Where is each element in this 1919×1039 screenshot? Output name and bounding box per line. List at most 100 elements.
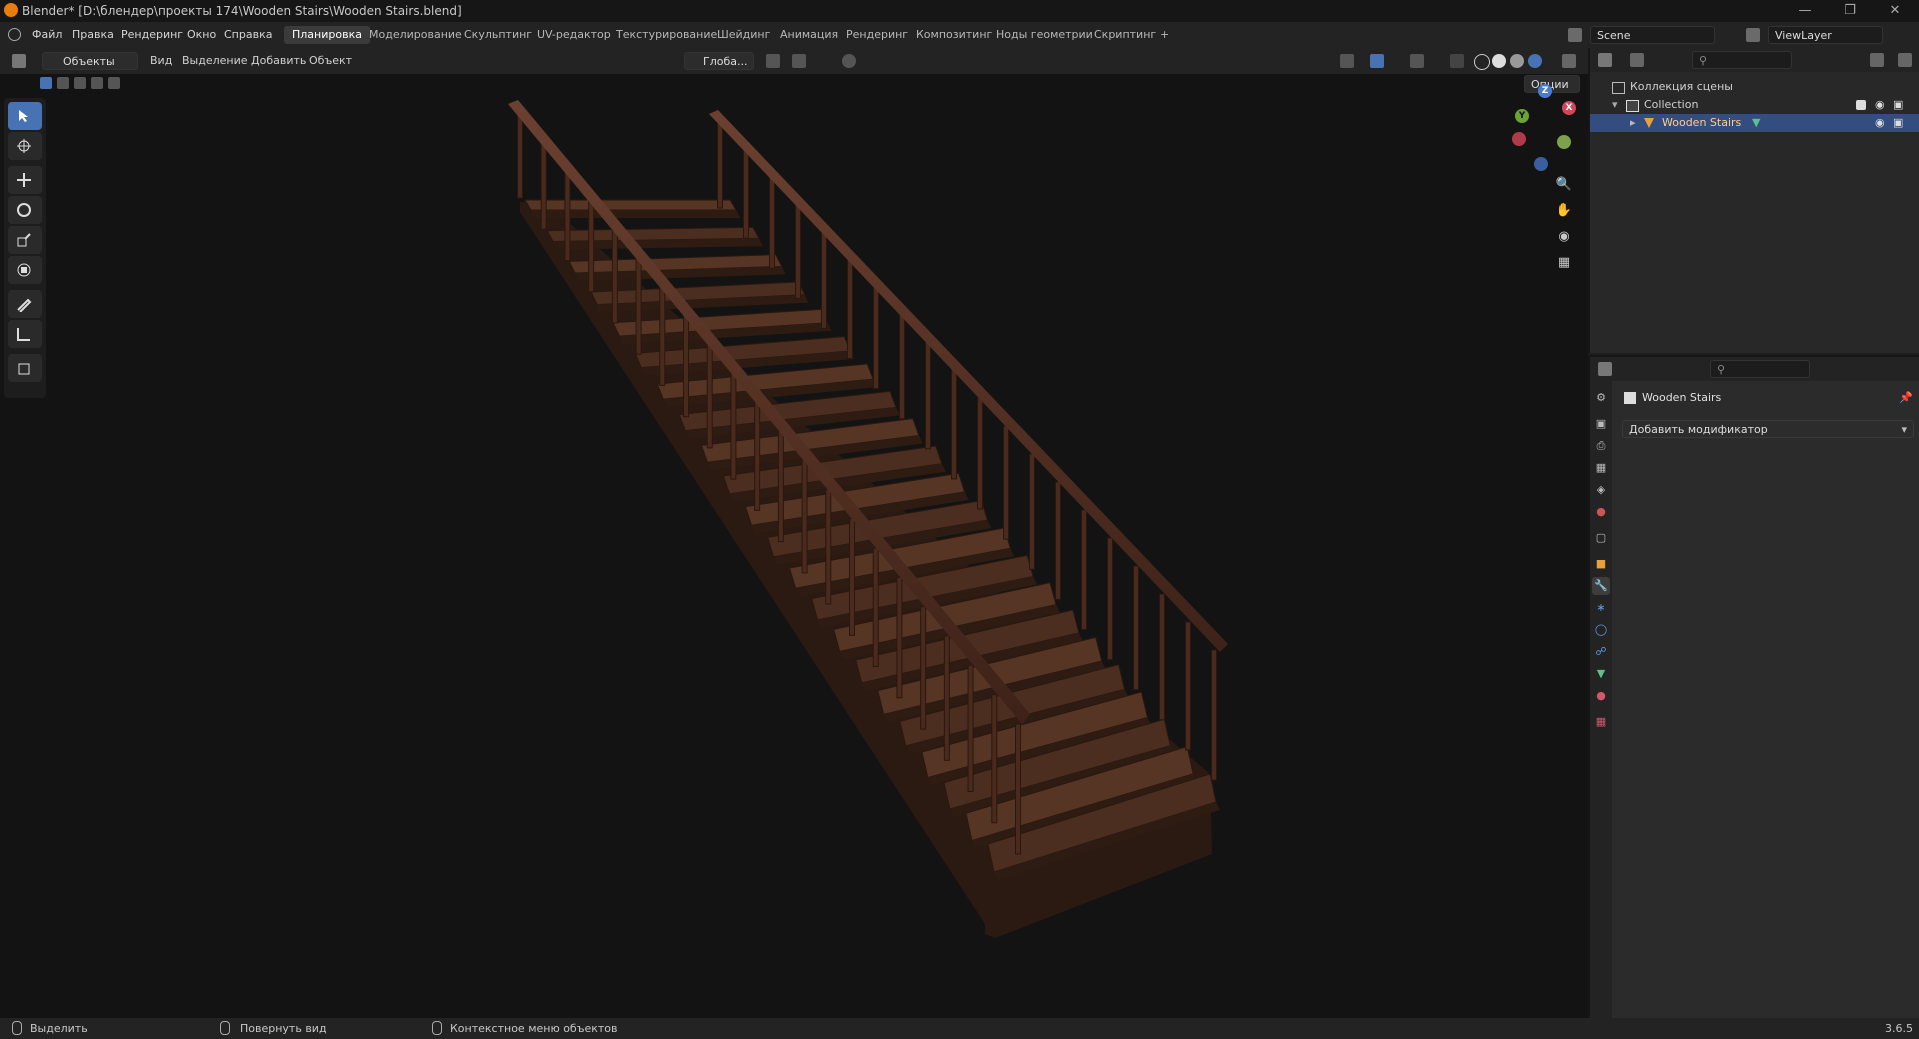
3d-viewport[interactable]: Опции Z Y X 🔍 ✋ ◉ ▦	[0, 74, 1588, 1018]
scene-tab-icon[interactable]: ◈	[1592, 481, 1610, 499]
transform-tool[interactable]	[8, 256, 42, 284]
select-extend-icon[interactable]	[57, 77, 69, 89]
world-tab-icon[interactable]: ●	[1592, 503, 1610, 521]
render-camera-icon[interactable]: ▣	[1893, 96, 1903, 114]
render-camera-icon[interactable]: ▣	[1893, 114, 1903, 132]
menu-object[interactable]: Объект	[309, 52, 352, 70]
filter-icon[interactable]	[1870, 53, 1884, 67]
menu-add[interactable]: Добавить	[251, 52, 306, 70]
pause-icon[interactable]	[1562, 54, 1576, 68]
tab-compositing[interactable]: Композитинг	[908, 26, 1000, 44]
tab-modeling[interactable]: Моделирование	[361, 26, 470, 44]
gizmo-x-axis[interactable]: X	[1562, 101, 1576, 115]
editor-type-icon[interactable]	[1598, 362, 1612, 376]
physics-tab-icon[interactable]: ◯	[1592, 621, 1610, 639]
exclude-checkbox[interactable]	[1856, 100, 1866, 110]
eye-icon[interactable]: ◉	[1875, 114, 1885, 132]
select-intersect-icon[interactable]	[108, 77, 120, 89]
add-workspace-button[interactable]: +	[1152, 26, 1177, 44]
tab-uv-editor[interactable]: UV-редактор	[529, 26, 619, 44]
pan-hand-icon[interactable]: ✋	[1552, 200, 1576, 222]
scale-tool[interactable]	[8, 226, 42, 254]
constraints-tab-icon[interactable]: ☍	[1592, 643, 1610, 661]
mesh-data-tab-icon[interactable]: ▼	[1592, 665, 1610, 683]
mode-selector[interactable]: Объекты	[42, 52, 138, 70]
menu-help[interactable]: Справка	[224, 28, 272, 41]
gizmo-y-axis[interactable]: Y	[1515, 109, 1529, 123]
minimize-button[interactable]: —	[1785, 2, 1825, 20]
mesh-data-icon[interactable]: ▼	[1752, 114, 1760, 132]
tool-tab-icon[interactable]: ⚙	[1592, 389, 1610, 407]
display-mode-icon[interactable]	[1630, 53, 1644, 67]
blender-menu-icon[interactable]	[8, 28, 21, 41]
material-tab-icon[interactable]: ●	[1592, 687, 1610, 705]
add-cube-tool[interactable]	[8, 354, 42, 382]
close-button[interactable]: ✕	[1875, 2, 1915, 20]
measure-tool[interactable]	[8, 320, 42, 348]
tab-shading[interactable]: Шейдинг	[709, 26, 778, 44]
menu-select[interactable]: Выделение	[182, 52, 248, 70]
view-layer-icon[interactable]	[1746, 28, 1760, 42]
select-invert-icon[interactable]	[91, 77, 103, 89]
pivot-point-icon[interactable]	[766, 54, 780, 68]
editor-type-icon[interactable]	[12, 54, 26, 68]
expand-chevron-icon[interactable]: ▸	[1630, 114, 1636, 132]
scene-icon[interactable]	[1568, 28, 1582, 42]
properties-search-input[interactable]: ⚲	[1710, 360, 1810, 378]
visibility-icon[interactable]	[1340, 54, 1354, 68]
editor-type-icon[interactable]	[1598, 53, 1612, 67]
menu-file[interactable]: Файл	[32, 28, 62, 41]
gizmo-neg-z-axis[interactable]	[1534, 157, 1548, 171]
render-tab-icon[interactable]: ▣	[1592, 415, 1610, 433]
menu-edit[interactable]: Правка	[72, 28, 114, 41]
scene-selector[interactable]: Scene	[1590, 26, 1715, 44]
outliner-row-collection[interactable]: ▾ Collection ◉ ▣	[1590, 96, 1919, 114]
tab-geometry-nodes[interactable]: Ноды геометрии	[988, 26, 1101, 44]
zoom-icon[interactable]: 🔍	[1552, 174, 1576, 196]
grid-perspective-icon[interactable]: ▦	[1552, 252, 1576, 274]
rendered-shading-icon[interactable]	[1528, 54, 1542, 68]
outliner-row-wooden-stairs[interactable]: ▸ Wooden Stairs ▼ ◉ ▣	[1590, 114, 1919, 132]
overlays-icon[interactable]	[1410, 54, 1424, 68]
rotate-tool[interactable]	[8, 196, 42, 224]
tab-layout[interactable]: Планировка	[284, 26, 370, 44]
menu-render[interactable]: Рендеринг	[121, 28, 183, 41]
annotate-tool[interactable]	[8, 290, 42, 318]
gizmo-neg-y-axis[interactable]	[1557, 135, 1571, 149]
gizmo-toggle-icon[interactable]	[1370, 54, 1384, 68]
add-modifier-dropdown[interactable]: Добавить модификатор ▾	[1622, 420, 1914, 438]
view-layer-selector[interactable]: ViewLayer	[1768, 26, 1883, 44]
material-shading-icon[interactable]	[1510, 54, 1524, 68]
snap-icon[interactable]	[792, 54, 806, 68]
camera-view-icon[interactable]: ◉	[1552, 226, 1576, 248]
tab-sculpting[interactable]: Скульптинг	[456, 26, 540, 44]
select-subtract-icon[interactable]	[74, 77, 86, 89]
outliner-row-scene-collection[interactable]: Коллекция сцены	[1590, 78, 1919, 96]
menu-window[interactable]: Окно	[187, 28, 216, 41]
gizmo-z-axis[interactable]: Z	[1538, 84, 1552, 98]
select-new-icon[interactable]	[40, 77, 52, 89]
collection-tab-icon[interactable]: ▢	[1592, 529, 1610, 547]
particles-tab-icon[interactable]: ∗	[1592, 599, 1610, 617]
tab-rendering[interactable]: Рендеринг	[838, 26, 916, 44]
options-dropdown[interactable]: Опции	[1524, 75, 1580, 93]
solid-shading-icon[interactable]	[1492, 54, 1506, 68]
xray-icon[interactable]	[1450, 54, 1464, 68]
output-tab-icon[interactable]: ⎙	[1592, 437, 1610, 455]
tab-texturing[interactable]: Текстурирование	[608, 26, 725, 44]
proportional-edit-icon[interactable]	[842, 54, 856, 68]
tab-animation[interactable]: Анимация	[772, 26, 846, 44]
cursor-tool[interactable]	[8, 132, 42, 160]
object-tab-icon[interactable]: ■	[1592, 555, 1610, 573]
pin-icon[interactable]: 📌	[1899, 391, 1913, 404]
wireframe-shading-icon[interactable]	[1474, 54, 1490, 70]
select-box-tool[interactable]	[8, 102, 42, 130]
expand-chevron-icon[interactable]: ▾	[1612, 96, 1618, 114]
eye-icon[interactable]: ◉	[1875, 96, 1885, 114]
gizmo-neg-x-axis[interactable]	[1512, 132, 1526, 146]
modifier-wrench-icon[interactable]: 🔧	[1592, 577, 1610, 595]
move-tool[interactable]	[8, 166, 42, 194]
new-collection-icon[interactable]	[1898, 53, 1912, 67]
texture-tab-icon[interactable]: ▦	[1592, 713, 1610, 731]
menu-view[interactable]: Вид	[150, 52, 172, 70]
